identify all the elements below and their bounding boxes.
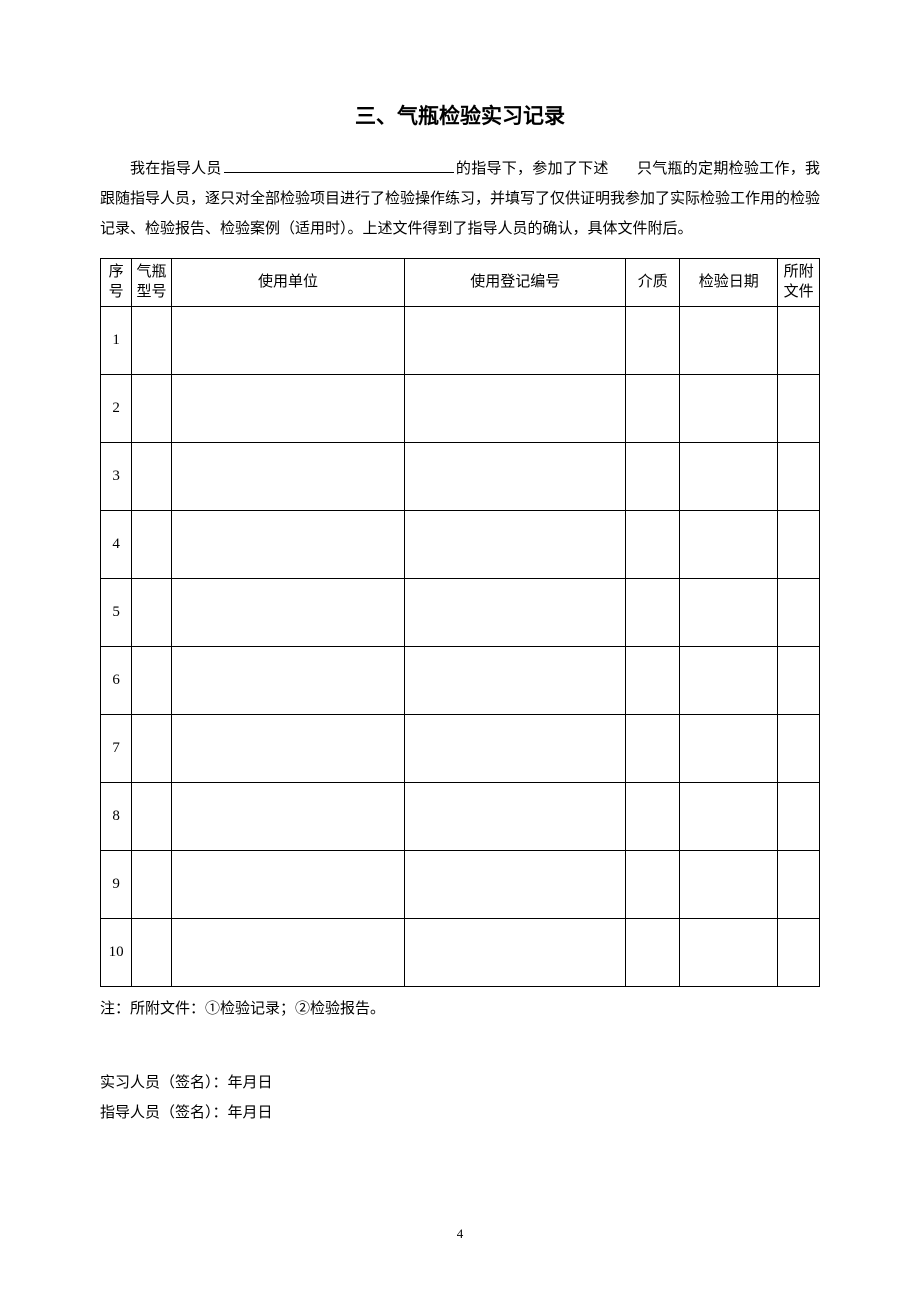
cell-date[interactable] [680,443,778,511]
th-attach: 所附文件 [778,259,820,307]
intro-1a: 我在指导人员 [130,161,222,177]
cell-medium[interactable] [626,375,680,443]
cell-medium[interactable] [626,715,680,783]
cell-seq: 4 [101,511,132,579]
cell-seq: 8 [101,783,132,851]
cell-seq: 7 [101,715,132,783]
th-medium: 介质 [626,259,680,307]
cell-seq: 2 [101,375,132,443]
cell-date[interactable] [680,919,778,987]
cell-model[interactable] [132,647,172,715]
table-row: 6 [101,647,820,715]
cell-date[interactable] [680,579,778,647]
cell-date[interactable] [680,375,778,443]
cell-reg[interactable] [405,919,626,987]
cell-medium[interactable] [626,307,680,375]
cell-medium[interactable] [626,919,680,987]
th-model: 气瓶型号 [132,259,172,307]
cell-attach[interactable] [778,783,820,851]
table-row: 9 [101,851,820,919]
cell-attach[interactable] [778,579,820,647]
cell-unit[interactable] [171,375,404,443]
cell-seq: 5 [101,579,132,647]
supervisor-name-blank[interactable] [224,155,454,173]
cell-attach[interactable] [778,307,820,375]
cell-seq: 3 [101,443,132,511]
cell-attach[interactable] [778,851,820,919]
th-date: 检验日期 [680,259,778,307]
cell-medium[interactable] [626,647,680,715]
cell-attach[interactable] [778,375,820,443]
cell-unit[interactable] [171,307,404,375]
cell-unit[interactable] [171,715,404,783]
cell-unit[interactable] [171,919,404,987]
footnote: 注：所附文件：①检验记录；②检验报告。 [100,997,820,1018]
table-row: 5 [101,579,820,647]
cell-unit[interactable] [171,443,404,511]
cell-unit[interactable] [171,783,404,851]
cell-reg[interactable] [405,647,626,715]
cell-unit[interactable] [171,851,404,919]
table-row: 4 [101,511,820,579]
th-unit: 使用单位 [171,259,404,307]
cell-reg[interactable] [405,307,626,375]
cell-date[interactable] [680,715,778,783]
cell-attach[interactable] [778,919,820,987]
cell-medium[interactable] [626,851,680,919]
cell-seq: 6 [101,647,132,715]
page-title: 三、气瓶检验实习记录 [100,100,820,130]
cell-attach[interactable] [778,511,820,579]
th-seq: 序号 [101,259,132,307]
table-row: 8 [101,783,820,851]
cell-reg[interactable] [405,783,626,851]
table-row: 1 [101,307,820,375]
cell-reg[interactable] [405,511,626,579]
supervisor-sign-line: 指导人员（签名）：年月日 [100,1098,820,1128]
cell-model[interactable] [132,715,172,783]
cell-reg[interactable] [405,851,626,919]
cell-date[interactable] [680,783,778,851]
table-header-row: 序号 气瓶型号 使用单位 使用登记编号 介质 检验日期 所附文件 [101,259,820,307]
cell-seq: 10 [101,919,132,987]
cell-model[interactable] [132,443,172,511]
cell-seq: 1 [101,307,132,375]
cell-model[interactable] [132,511,172,579]
cell-model[interactable] [132,851,172,919]
table-row: 2 [101,375,820,443]
cell-reg[interactable] [405,579,626,647]
cell-attach[interactable] [778,715,820,783]
cell-model[interactable] [132,579,172,647]
intro-1b: 的指导下，参加了下述 [456,161,609,177]
cell-unit[interactable] [171,579,404,647]
cell-model[interactable] [132,919,172,987]
cell-medium[interactable] [626,443,680,511]
cell-model[interactable] [132,375,172,443]
cell-seq: 9 [101,851,132,919]
trainee-sign-line: 实习人员（签名）：年月日 [100,1068,820,1098]
cell-unit[interactable] [171,647,404,715]
cell-reg[interactable] [405,443,626,511]
cell-date[interactable] [680,647,778,715]
table-row: 3 [101,443,820,511]
th-reg: 使用登记编号 [405,259,626,307]
cell-date[interactable] [680,851,778,919]
cell-attach[interactable] [778,443,820,511]
cell-model[interactable] [132,783,172,851]
record-table: 序号 气瓶型号 使用单位 使用登记编号 介质 检验日期 所附文件 1234567… [100,258,820,987]
page-number: 4 [0,1226,920,1242]
cell-date[interactable] [680,511,778,579]
cell-medium[interactable] [626,579,680,647]
cell-reg[interactable] [405,375,626,443]
cell-medium[interactable] [626,511,680,579]
cell-reg[interactable] [405,715,626,783]
cell-date[interactable] [680,307,778,375]
table-row: 10 [101,919,820,987]
intro-paragraph: 我在指导人员的指导下，参加了下述只气瓶的定期检验工作，我跟随指导人员，逐只对全部… [100,154,820,244]
cell-unit[interactable] [171,511,404,579]
cell-model[interactable] [132,307,172,375]
cell-attach[interactable] [778,647,820,715]
table-row: 7 [101,715,820,783]
cell-medium[interactable] [626,783,680,851]
